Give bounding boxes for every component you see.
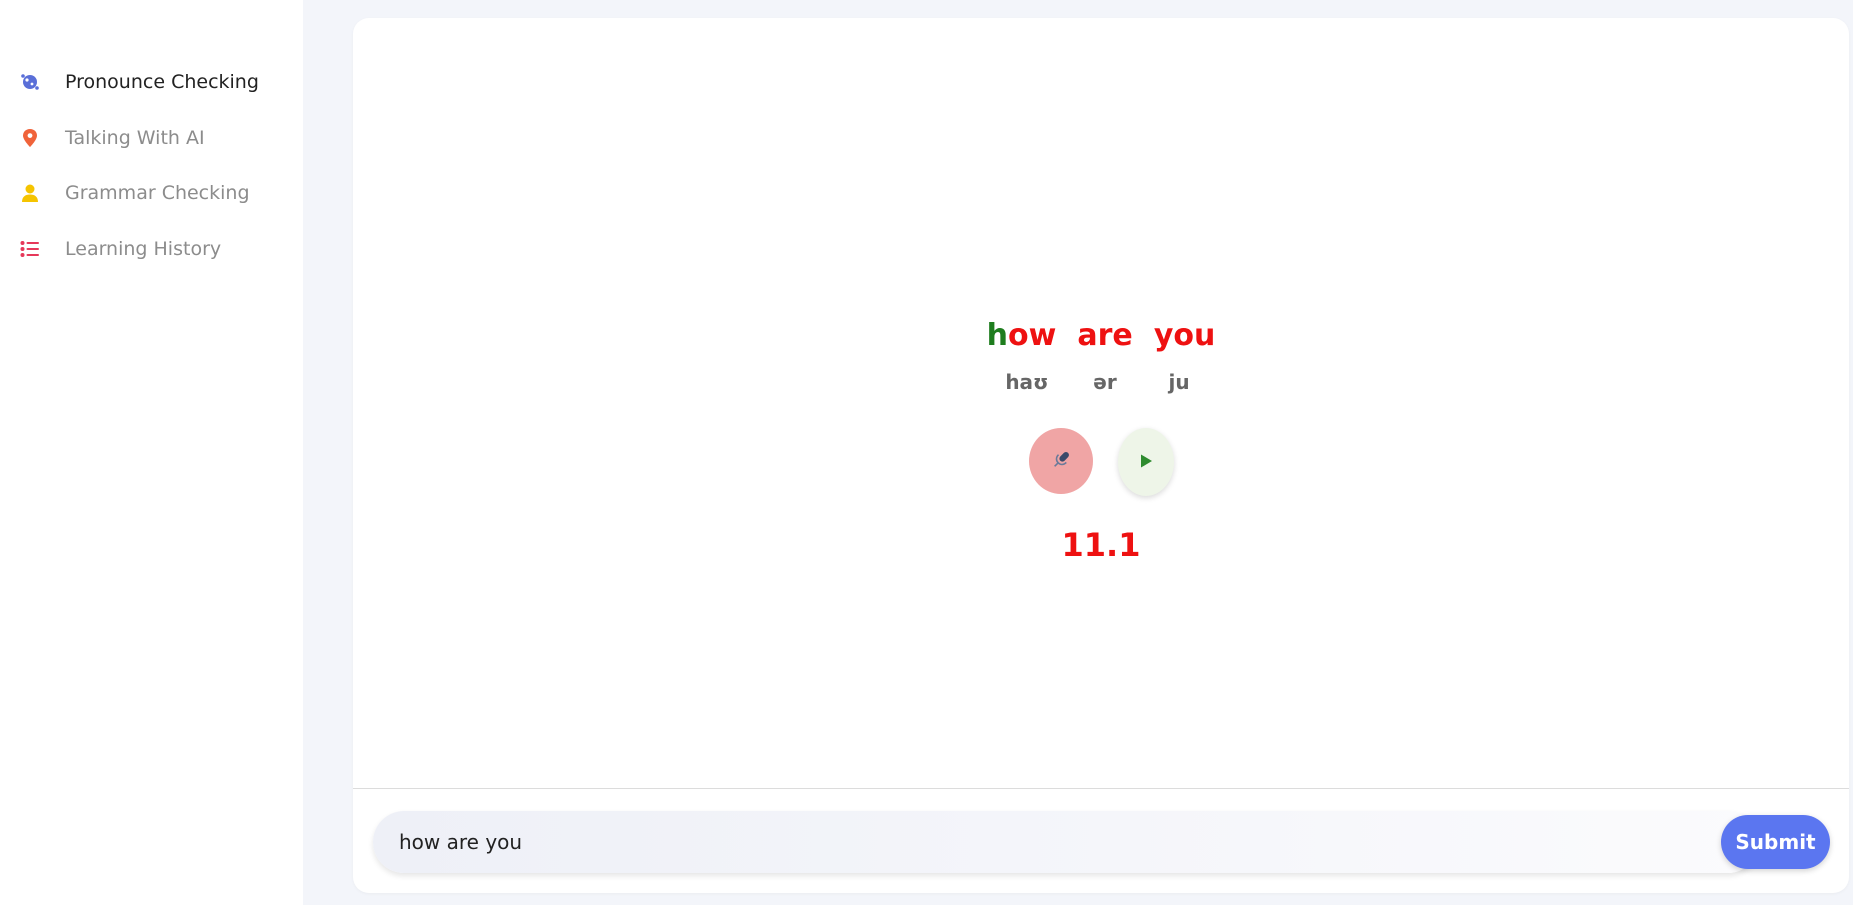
sentence-input[interactable]	[373, 811, 1759, 873]
location-pin-icon	[19, 127, 41, 149]
pronunciation-score: 11.1	[1061, 526, 1141, 564]
word-how: how	[987, 318, 1057, 353]
word-segment: h	[986, 318, 1008, 353]
play-icon	[1138, 453, 1154, 472]
list-icon	[19, 238, 41, 260]
sidebar-item-grammar-checking[interactable]: Grammar Checking	[0, 165, 303, 221]
sidebar-item-learning-history[interactable]: Learning History	[0, 221, 303, 277]
user-icon	[19, 182, 41, 204]
microphone-icon	[1049, 448, 1073, 475]
sidebar-item-talking-with-ai[interactable]: Talking With AI	[0, 110, 303, 166]
sidebar: Pronounce Checking Talking With AI Gramm…	[0, 0, 303, 905]
sidebar-item-label: Learning History	[65, 238, 222, 260]
record-button[interactable]	[1029, 428, 1093, 494]
word-you: you	[1154, 318, 1216, 353]
sidebar-item-label: Grammar Checking	[65, 182, 250, 204]
phonetic-how: haʊ	[1005, 370, 1049, 394]
sentence-words: how are you	[353, 318, 1849, 353]
sidebar-item-label: Talking With AI	[65, 127, 205, 149]
divider	[353, 788, 1849, 789]
phonetic-are: ər	[1093, 370, 1117, 394]
phonetic-you: ju	[1168, 370, 1190, 394]
word-segment: are	[1077, 318, 1133, 353]
word-segment: ow	[1007, 318, 1057, 353]
play-audio-button[interactable]	[1118, 428, 1174, 496]
submit-button[interactable]: Submit	[1721, 815, 1830, 869]
phonetic-transcriptions: haʊ ər ju	[353, 370, 1849, 394]
word-are: are	[1077, 318, 1132, 353]
word-segment: you	[1153, 318, 1216, 353]
main-card: how are you haʊ ər ju 11.1 how are you S…	[353, 18, 1849, 893]
globe-icon	[19, 71, 41, 93]
sidebar-item-pronounce-checking[interactable]: Pronounce Checking	[0, 54, 303, 110]
sentence-input-wrapper	[373, 811, 1759, 873]
sidebar-item-label: Pronounce Checking	[65, 71, 259, 93]
